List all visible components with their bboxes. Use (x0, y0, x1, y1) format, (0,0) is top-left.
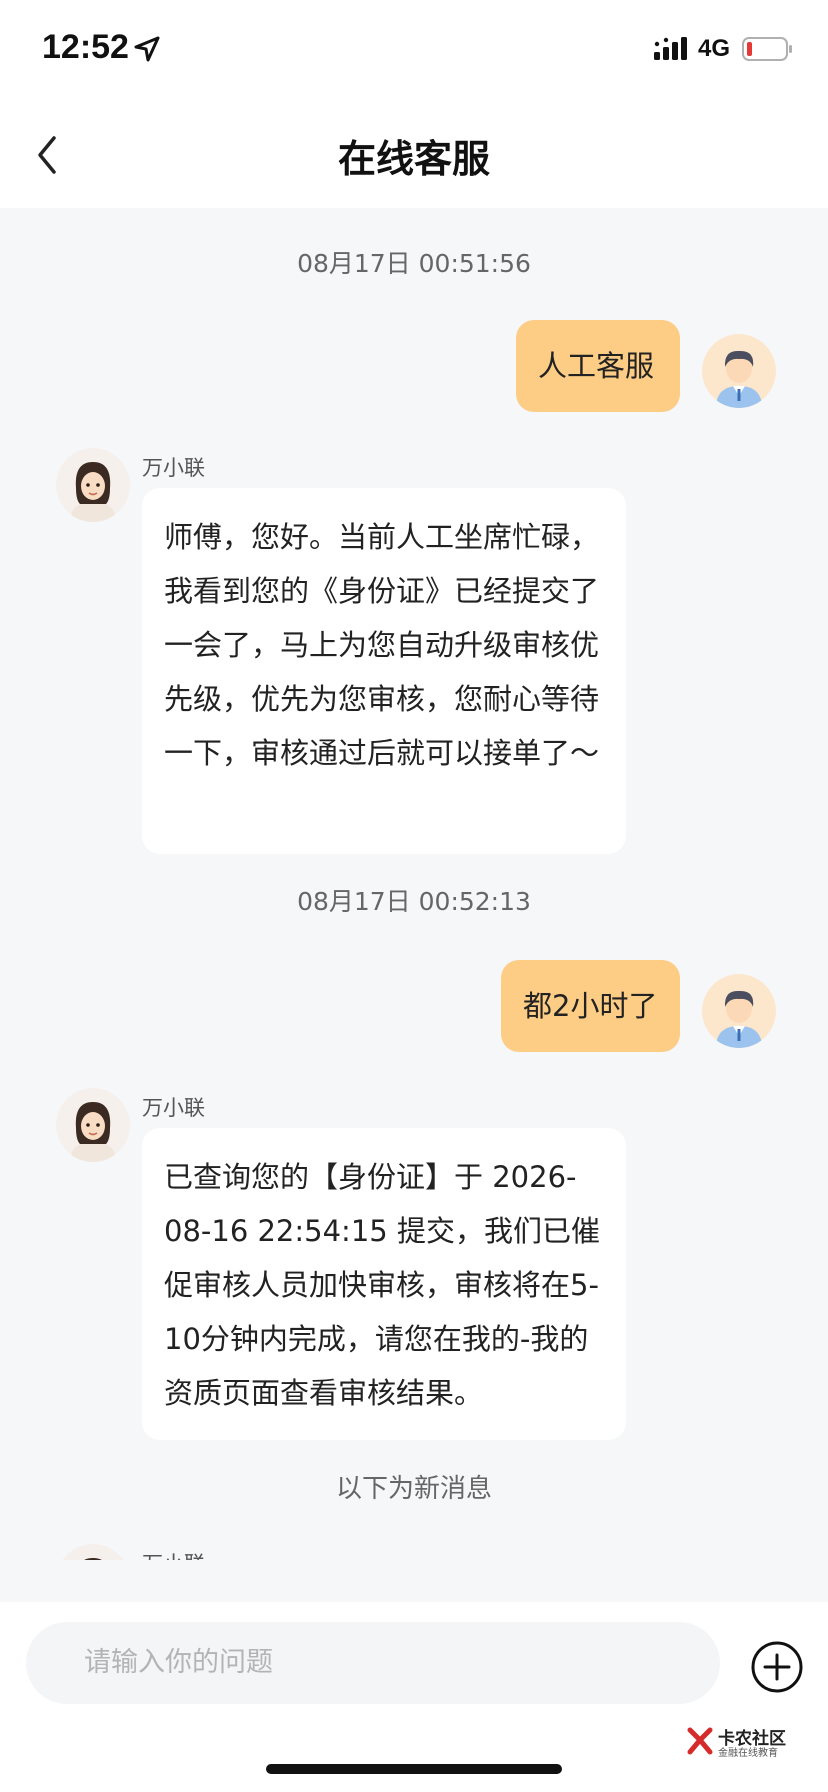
agent-name: 万小联 (142, 1096, 205, 1120)
agent-name: 万小联 (142, 456, 205, 480)
chat-area[interactable]: 08月17日 00:51:56 人工客服 万小联 师傅，您好。当前人工坐席忙碌，… (0, 208, 828, 1560)
nav-bar: 在线客服 (0, 100, 828, 208)
watermark: 卡农社区 金融在线教育 (686, 1724, 794, 1760)
user-message-bubble[interactable]: 人工客服 (516, 320, 680, 412)
new-messages-divider: 以下为新消息 (335, 1474, 492, 1504)
message-timestamp: 08月17日 00:51:56 (297, 249, 531, 278)
page-title: 在线客服 (337, 137, 490, 181)
agent-message-bubble[interactable]: 师傅，您好。当前人工坐席忙碌，我看到您的《身份证》已经提交了一会了，马上为您自动… (142, 488, 626, 854)
home-indicator (266, 1764, 562, 1774)
user-avatar-icon[interactable] (702, 334, 776, 408)
battery-icon (742, 37, 792, 61)
status-time: 12:52 (42, 28, 129, 66)
watermark-logo-icon (687, 1727, 713, 1755)
network-type: 4G (698, 35, 731, 62)
status-bar: 12:52 4G (0, 0, 828, 100)
location-arrow-icon (134, 36, 160, 62)
agent-avatar-icon[interactable] (56, 1088, 130, 1162)
user-avatar-icon[interactable] (702, 974, 776, 1048)
plus-circle-icon[interactable] (750, 1640, 804, 1694)
agent-avatar-icon[interactable] (56, 448, 130, 522)
agent-name: 万小联 (142, 1548, 205, 1560)
message-input[interactable]: 请输入你的问题 (26, 1622, 720, 1704)
message-timestamp: 08月17日 00:52:13 (297, 887, 531, 916)
agent-avatar-icon[interactable] (56, 1544, 130, 1560)
agent-message-bubble[interactable]: 已查询您的【身份证】于 2026-08-16 22:54:15 提交，我们已催促… (142, 1128, 626, 1440)
signal-icon (654, 37, 687, 60)
watermark-subtext: 金融在线教育 (718, 1748, 778, 1759)
user-message-bubble[interactable]: 都2小时了 (501, 960, 680, 1052)
